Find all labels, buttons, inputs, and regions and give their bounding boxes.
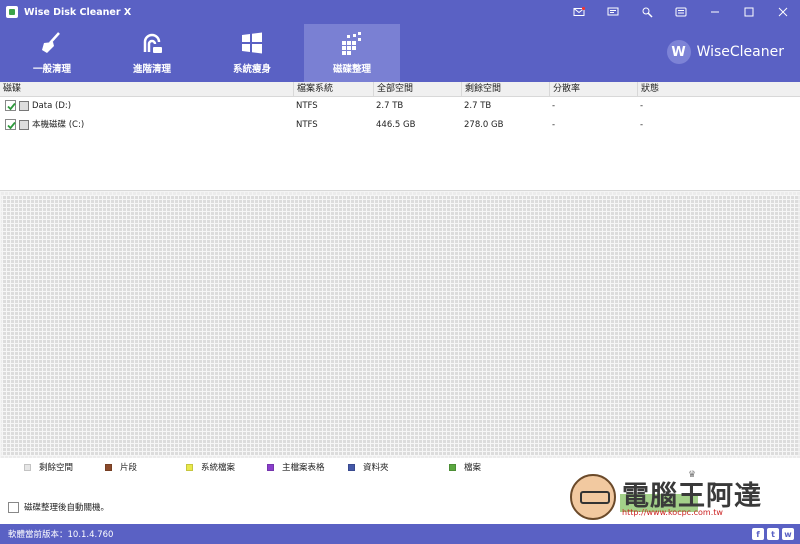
legend-label: 片段 xyxy=(120,463,138,473)
drive-total: 2.7 TB xyxy=(376,101,404,111)
drive-name: 本機磁碟 (C:) xyxy=(32,120,85,130)
main-toolbar: 一般清理 進階清理 系統瘦身 磁碟整理 W WiseCleaner xyxy=(0,24,800,82)
tab-common-clean[interactable]: 一般清理 xyxy=(4,24,100,82)
drive-checkbox[interactable] xyxy=(5,119,16,130)
legend-swatch xyxy=(267,463,274,471)
title-bar: Wise Disk Cleaner X xyxy=(0,0,800,24)
tab-label: 磁碟整理 xyxy=(332,64,371,75)
tools-icon[interactable] xyxy=(630,0,664,24)
hard-drive-icon xyxy=(19,120,29,130)
facebook-icon[interactable]: f xyxy=(752,528,764,540)
drive-name: Data (D:) xyxy=(32,101,72,111)
legend-label: 檔案 xyxy=(464,463,482,473)
version-text: 軟體當前版本：10.1.4.760 xyxy=(8,530,114,540)
cluster-map-blocks xyxy=(2,195,798,456)
close-icon[interactable] xyxy=(766,0,800,24)
defrag-icon xyxy=(339,30,365,56)
drive-free: 278.0 GB xyxy=(464,120,504,130)
legend-swatch xyxy=(348,463,355,471)
col-status[interactable]: 狀態 xyxy=(637,82,800,97)
tab-defrag[interactable]: 磁碟整理 xyxy=(304,24,400,82)
auto-shutdown-checkbox[interactable] xyxy=(8,501,19,513)
tab-label: 系統瘦身 xyxy=(232,64,271,75)
hard-drive-icon xyxy=(19,101,29,111)
minimize-icon[interactable] xyxy=(698,0,732,24)
col-total[interactable]: 全部空間 xyxy=(373,82,461,97)
cluster-map xyxy=(0,190,800,458)
more-icon[interactable]: w xyxy=(782,528,794,540)
watermark-mascot xyxy=(570,474,616,520)
legend-label: 主檔案表格 xyxy=(282,463,325,473)
drive-checkbox[interactable] xyxy=(5,100,16,111)
wisecleaner-brand[interactable]: W WiseCleaner xyxy=(666,40,784,64)
menu-icon[interactable] xyxy=(664,0,698,24)
tab-label: 進階清理 xyxy=(132,64,171,75)
legend-swatch xyxy=(24,463,31,471)
legend-swatch xyxy=(105,463,112,471)
wisecleaner-logo: W xyxy=(666,40,691,64)
table-row[interactable]: Data (D:) NTFS 2.7 TB 2.7 TB - - xyxy=(0,97,800,115)
windows-icon xyxy=(239,30,265,56)
status-bar: 軟體當前版本：10.1.4.760 f t w xyxy=(0,524,800,544)
drive-table-header: 磁碟 檔案系統 全部空間 剩餘空間 分散率 狀態 xyxy=(0,82,800,97)
maximize-icon[interactable] xyxy=(732,0,766,24)
drive-fragmentation: - xyxy=(552,101,556,111)
legend-item: 資料夾 xyxy=(348,460,389,474)
drive-status: - xyxy=(640,101,644,111)
col-free[interactable]: 剩餘空間 xyxy=(461,82,549,97)
watermark-url: http://www.kocpc.com.tw xyxy=(622,508,723,517)
drive-filesystem: NTFS xyxy=(296,101,318,111)
social-links: f t w xyxy=(749,528,794,540)
tab-advanced-clean[interactable]: 進階清理 xyxy=(104,24,200,82)
title-controls xyxy=(562,0,800,24)
auto-shutdown-option[interactable]: 磁碟整理後自動關機。 xyxy=(8,501,109,513)
deep-clean-icon xyxy=(139,30,165,56)
drive-filesystem: NTFS xyxy=(296,120,318,130)
table-row[interactable]: 本機磁碟 (C:) NTFS 446.5 GB 278.0 GB - - xyxy=(0,116,800,134)
legend-swatch xyxy=(186,463,193,471)
legend-label: 剩餘空間 xyxy=(39,463,74,473)
col-fragmentation[interactable]: 分散率 xyxy=(549,82,637,97)
legend-swatch xyxy=(449,463,456,471)
watermark: ♛ 電腦王阿達 http://www.kocpc.com.tw xyxy=(570,470,780,522)
brand-name: WiseCleaner xyxy=(696,44,784,60)
window-title: Wise Disk Cleaner X xyxy=(24,6,132,18)
drive-status: - xyxy=(640,120,644,130)
twitter-icon[interactable]: t xyxy=(767,528,779,540)
legend-item: 系統檔案 xyxy=(186,460,235,474)
tab-label: 一般清理 xyxy=(32,64,71,75)
feedback-icon[interactable] xyxy=(596,0,630,24)
col-drive[interactable]: 磁碟 xyxy=(0,82,293,97)
legend-label: 資料夾 xyxy=(363,463,389,473)
legend-item: 片段 xyxy=(105,460,137,474)
drive-total: 446.5 GB xyxy=(376,120,416,130)
tab-system-slim[interactable]: 系統瘦身 xyxy=(204,24,300,82)
legend-item: 主檔案表格 xyxy=(267,460,325,474)
legend-item: 剩餘空間 xyxy=(24,460,73,474)
auto-shutdown-label: 磁碟整理後自動關機。 xyxy=(24,503,110,513)
broom-icon xyxy=(39,30,65,56)
mail-icon[interactable] xyxy=(562,0,596,24)
legend-label: 系統檔案 xyxy=(201,463,236,473)
drive-fragmentation: - xyxy=(552,120,556,130)
col-filesystem[interactable]: 檔案系統 xyxy=(293,82,373,97)
drive-free: 2.7 TB xyxy=(464,101,492,111)
app-icon xyxy=(6,6,18,18)
legend-item: 檔案 xyxy=(449,460,481,474)
